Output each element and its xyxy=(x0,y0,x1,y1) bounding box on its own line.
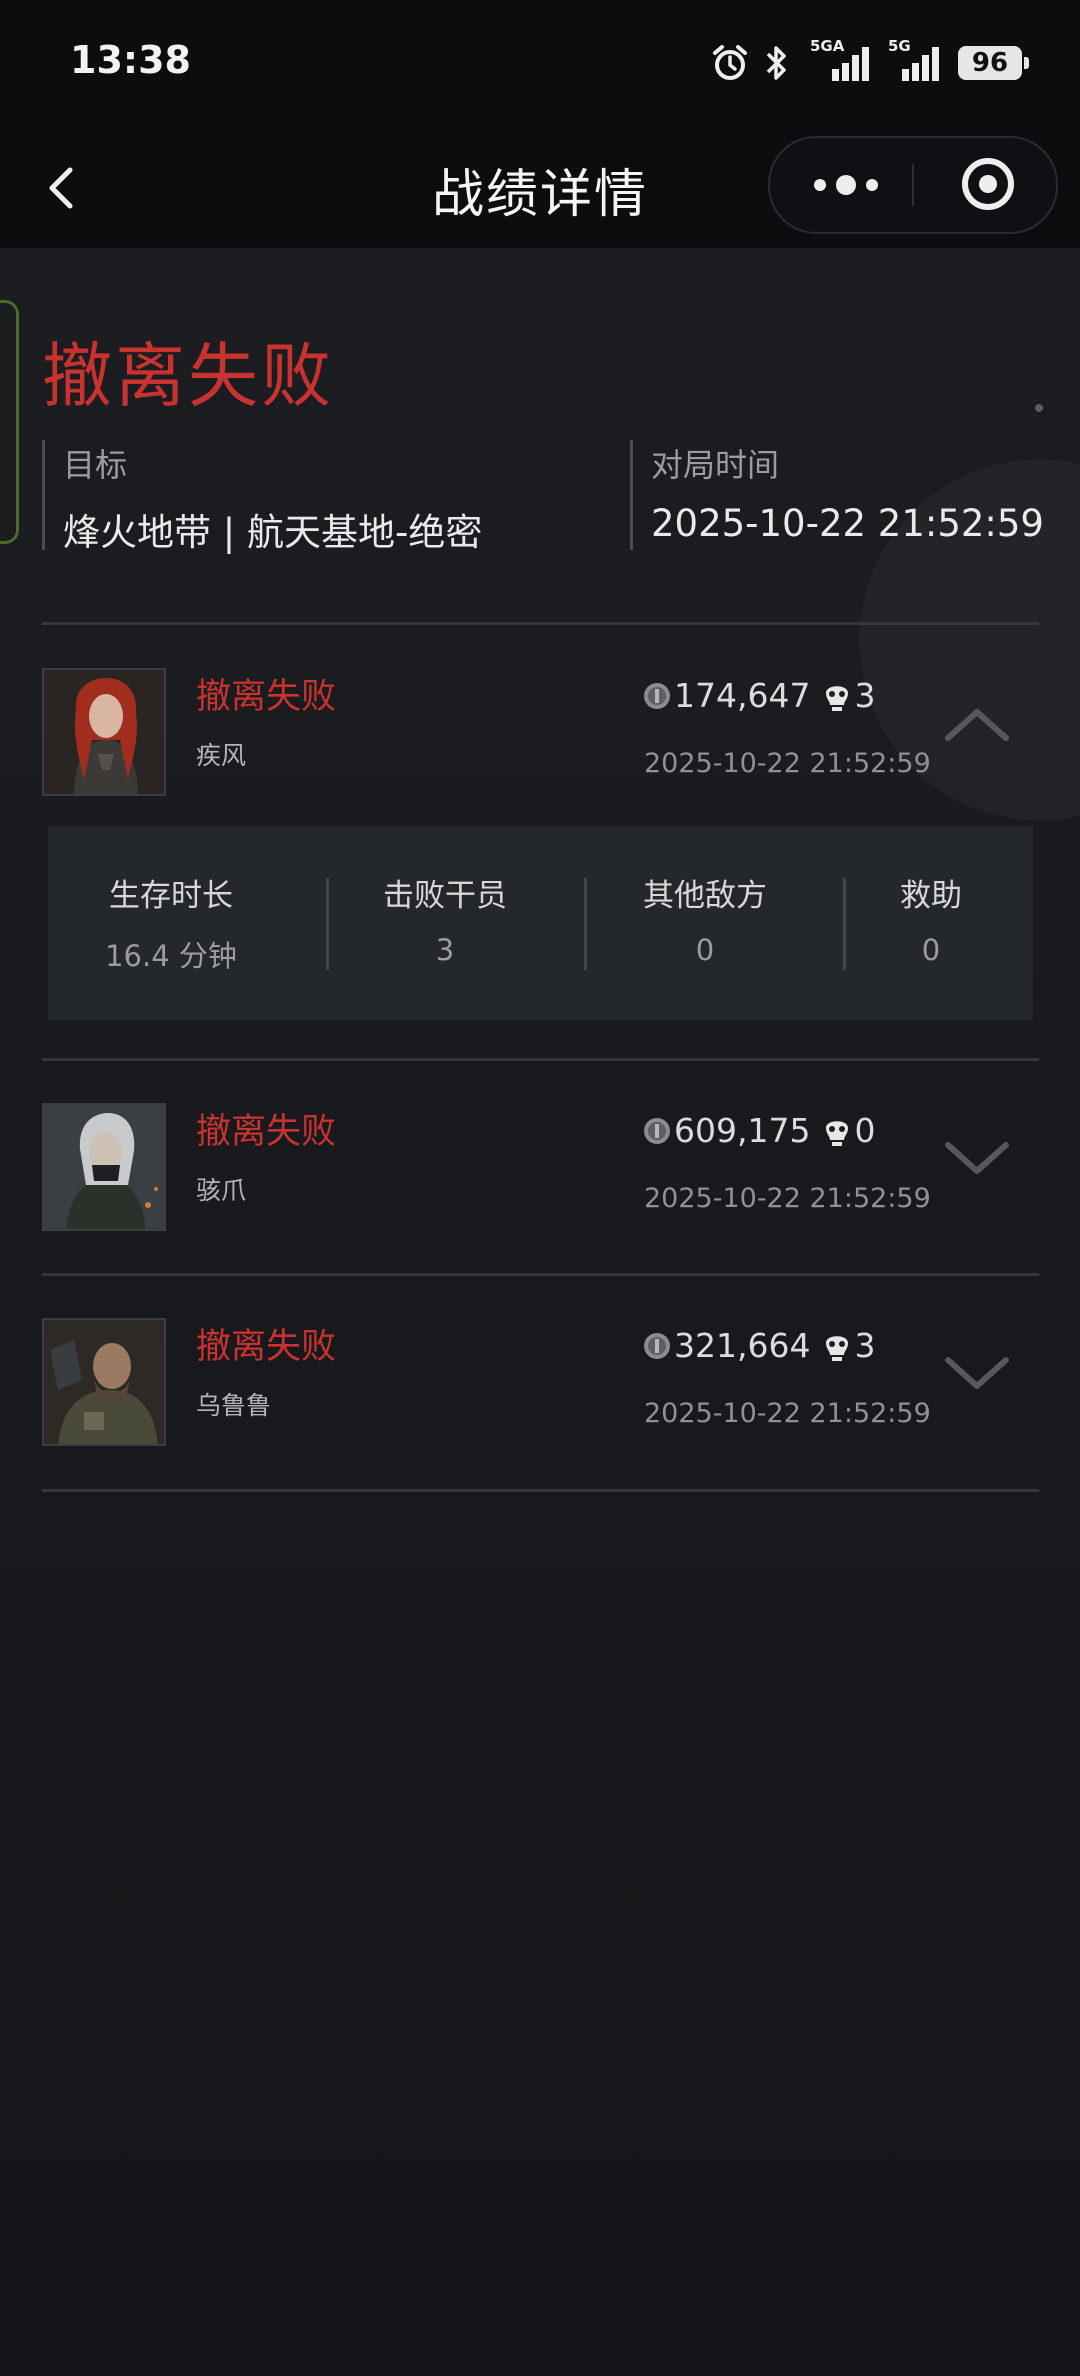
player-row-2[interactable]: 撤离失败 骇爪 609,175 0 2025-10-22 21:52:59 xyxy=(42,1103,1039,1253)
stat-value: 0 xyxy=(695,933,715,967)
skull-icon xyxy=(826,685,849,711)
divider xyxy=(42,1489,1039,1492)
player-date-2: 2025-10-22 21:52:59 xyxy=(644,1183,931,1214)
stat-label: 击败干员 xyxy=(383,878,507,914)
capsule-divider xyxy=(912,164,914,206)
alarm-icon xyxy=(713,45,747,80)
stat-survival-time: 生存时长 16.4 分钟 xyxy=(48,826,294,1020)
chevron-up-icon[interactable] xyxy=(944,704,1010,744)
network-label-1: 5GA xyxy=(810,37,845,55)
stat-value: 16.4 分钟 xyxy=(105,939,237,973)
target-value: 烽火地带 | 航天基地-绝密 xyxy=(63,511,483,554)
target-info: 目标 烽火地带 | 航天基地-绝密 xyxy=(42,440,482,554)
coin-icon xyxy=(644,1117,670,1144)
player-avatar-3 xyxy=(42,1318,166,1446)
player-stats-3: 321,664 3 xyxy=(642,1326,875,1365)
player-stats-2: 609,175 0 xyxy=(642,1111,875,1150)
player-stats-1: 174,647 3 xyxy=(642,676,875,715)
target-label: 目标 xyxy=(63,446,128,484)
player-date-1: 2025-10-22 21:52:59 xyxy=(644,748,931,779)
player-row-3[interactable]: 撤离失败 乌鲁鲁 321,664 3 2025-10-22 21:52:59 xyxy=(42,1318,1039,1468)
player-value-2: 609,175 xyxy=(674,1111,811,1150)
side-bracket-decoration xyxy=(0,300,19,544)
player-status-1: 撤离失败 xyxy=(196,677,337,717)
nav-bar: 战绩详情 xyxy=(0,130,1080,248)
player-value-3: 321,664 xyxy=(674,1326,811,1365)
divider xyxy=(42,1058,1039,1061)
player-name-2: 骇爪 xyxy=(196,1176,247,1205)
stat-other-enemies: 其他敌方 0 xyxy=(582,826,828,1020)
chevron-down-icon[interactable] xyxy=(944,1354,1010,1394)
player-1-detail-panel: 生存时长 16.4 分钟 击败干员 3 其他敌方 0 救助 0 xyxy=(48,826,1033,1020)
player-kills-1: 3 xyxy=(854,676,876,715)
battery-icon: 96 xyxy=(958,46,1029,80)
player-kills-3: 3 xyxy=(854,1326,876,1365)
network-label-2: 5G xyxy=(888,37,911,55)
decor-dot xyxy=(1035,404,1043,412)
player-value-1: 174,647 xyxy=(674,676,811,715)
stat-label: 生存时长 xyxy=(109,878,233,914)
player-status-2: 撤离失败 xyxy=(196,1112,337,1152)
player-avatar-2 xyxy=(42,1103,166,1231)
stat-value: 3 xyxy=(435,933,455,967)
player-status-3: 撤离失败 xyxy=(196,1327,337,1367)
player-row-1[interactable]: 撤离失败 疾风 174,647 3 2025-10-22 21:52:59 xyxy=(42,668,1039,818)
screen: 13:38 5GA 5G 96 战绩详情 撤离失败 目标 烽火地带 | 航天基地… xyxy=(0,0,1080,2376)
match-result-title: 撤离失败 xyxy=(42,335,334,417)
player-kills-2: 0 xyxy=(854,1111,876,1150)
chevron-down-icon[interactable] xyxy=(944,1139,1010,1179)
match-time-info: 对局时间 2025-10-22 21:52:59 xyxy=(630,440,1044,550)
mini-program-capsule xyxy=(768,136,1058,234)
status-bar: 13:38 5GA 5G 96 xyxy=(0,0,1080,130)
divider xyxy=(42,1273,1039,1276)
signal-5g-icon: 5G xyxy=(888,37,944,83)
match-time-label: 对局时间 xyxy=(651,446,780,484)
match-time-value: 2025-10-22 21:52:59 xyxy=(651,502,1044,545)
stat-label: 救助 xyxy=(900,878,962,914)
skull-icon xyxy=(826,1335,849,1361)
skull-icon xyxy=(826,1120,849,1146)
coin-icon xyxy=(644,682,670,709)
player-name-3: 乌鲁鲁 xyxy=(196,1391,272,1420)
stat-value: 0 xyxy=(921,933,941,967)
target-icon[interactable] xyxy=(956,152,1020,216)
coin-icon xyxy=(644,1332,670,1359)
stat-rescues: 救助 0 xyxy=(808,826,1054,1020)
player-date-3: 2025-10-22 21:52:59 xyxy=(644,1398,931,1429)
player-avatar-1 xyxy=(42,668,166,796)
stat-label: 其他敌方 xyxy=(643,878,767,914)
player-name-1: 疾风 xyxy=(196,741,247,770)
status-icons: 5GA 5G 96 xyxy=(710,37,1029,88)
stat-operators-defeated: 击败干员 3 xyxy=(322,826,568,1020)
divider xyxy=(42,622,1039,625)
bluetooth-icon xyxy=(766,46,786,80)
more-icon[interactable] xyxy=(806,168,886,202)
signal-5ga-icon: 5GA xyxy=(804,37,874,83)
status-time: 13:38 xyxy=(70,38,191,82)
